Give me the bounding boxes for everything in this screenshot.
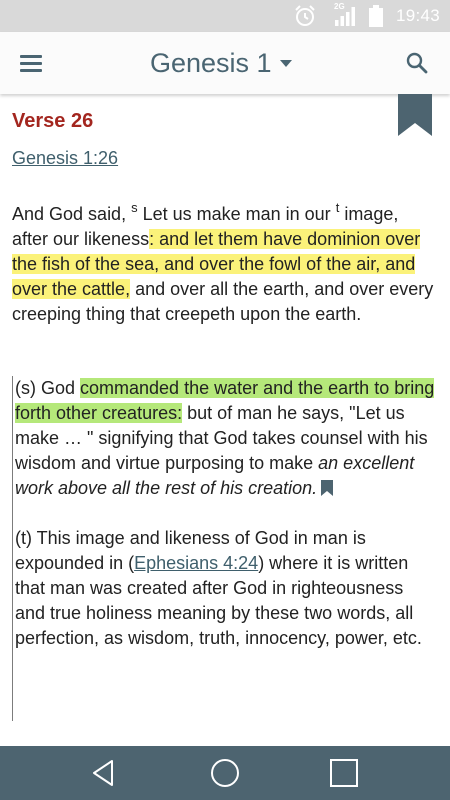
signal-icon [335, 7, 355, 26]
verse-text-part: Let us make man in our [137, 204, 336, 224]
footnote-s: (s) God commanded the water and the eart… [13, 376, 437, 501]
home-icon[interactable] [209, 757, 241, 789]
verse-text: And God said, s Let us make man in our t… [12, 201, 437, 327]
footnote-t: (t) This image and likeness of God in ma… [13, 526, 437, 651]
navigation-bar [0, 746, 450, 800]
recents-icon[interactable] [328, 757, 360, 789]
search-icon[interactable] [404, 50, 430, 76]
footnote-prefix: (s) God [15, 378, 81, 398]
page-title: Genesis 1 [150, 47, 272, 78]
verse-content: Verse 26 Genesis 1:26 And God said, s Le… [0, 94, 450, 746]
alarm-icon [295, 5, 315, 26]
clock: 19:43 [396, 6, 441, 25]
bookmark-icon[interactable] [398, 94, 432, 136]
verse-text-part: And God said, [12, 204, 132, 224]
note-bookmark-icon[interactable] [321, 480, 334, 496]
verse-heading: Verse 26 [12, 110, 94, 132]
footnotes-section: (s) God commanded the water and the eart… [12, 376, 437, 721]
dropdown-caret-icon [279, 59, 292, 67]
battery-icon [369, 5, 383, 27]
chapter-selector[interactable]: Genesis 1 [150, 46, 292, 80]
status-bar: 2G 19:43 [0, 0, 450, 32]
app-bar: Genesis 1 [0, 32, 450, 94]
ephesians-link[interactable]: Ephesians 4:24 [134, 553, 258, 573]
back-icon[interactable] [88, 757, 120, 789]
verse-reference-link[interactable]: Genesis 1:26 [12, 148, 118, 169]
menu-icon[interactable] [18, 51, 44, 75]
